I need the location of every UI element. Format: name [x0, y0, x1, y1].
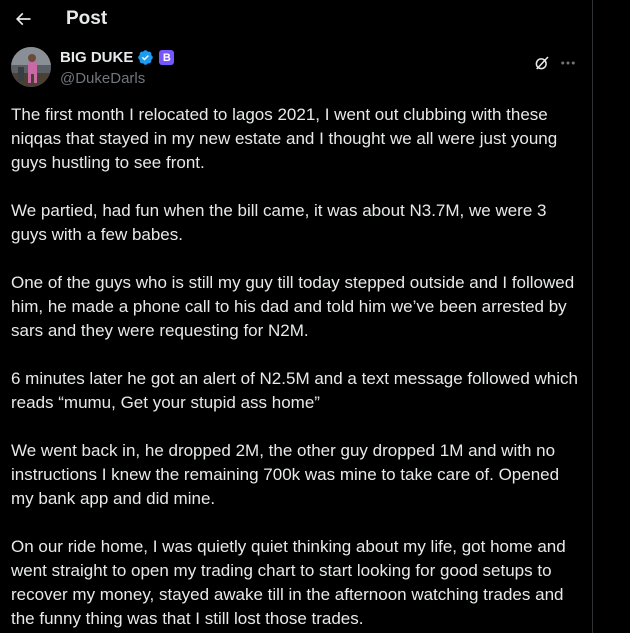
name-line: BIG DUKE B — [60, 48, 175, 67]
tweet-paragraph: We partied, had fun when the bill came, … — [11, 201, 547, 244]
grok-icon[interactable] — [533, 54, 551, 72]
post-header: Post — [0, 0, 592, 38]
tweet-paragraph: We went back in, he dropped 2M, the othe… — [11, 441, 560, 508]
author-row: BIG DUKE B @DukeDarls — [0, 46, 592, 98]
tweet-text: The first month I relocated to lagos 202… — [11, 103, 583, 633]
tweet-paragraph: 6 minutes later he got an alert of N2.5M… — [11, 369, 578, 412]
tweet-paragraph: One of the guys who is still my guy till… — [11, 273, 575, 340]
affiliate-badge[interactable]: B — [159, 50, 175, 65]
more-options-icon[interactable] — [559, 54, 577, 72]
avatar[interactable] — [11, 47, 51, 87]
post-column: Post BIG DUKE B @DukeDarls The first mon… — [0, 0, 593, 633]
author-info: BIG DUKE B @DukeDarls — [60, 48, 175, 87]
avatar-image — [11, 47, 51, 87]
tweet-paragraph: On our ride home, I was quietly quiet th… — [11, 537, 566, 628]
page-title: Post — [66, 8, 108, 29]
back-button[interactable] — [12, 8, 34, 30]
verified-badge-icon[interactable] — [137, 49, 154, 66]
display-name[interactable]: BIG DUKE — [60, 49, 133, 66]
user-handle[interactable]: @DukeDarls — [60, 70, 174, 87]
back-arrow-icon — [15, 12, 31, 26]
tweet-paragraph: The first month I relocated to lagos 202… — [11, 105, 558, 172]
